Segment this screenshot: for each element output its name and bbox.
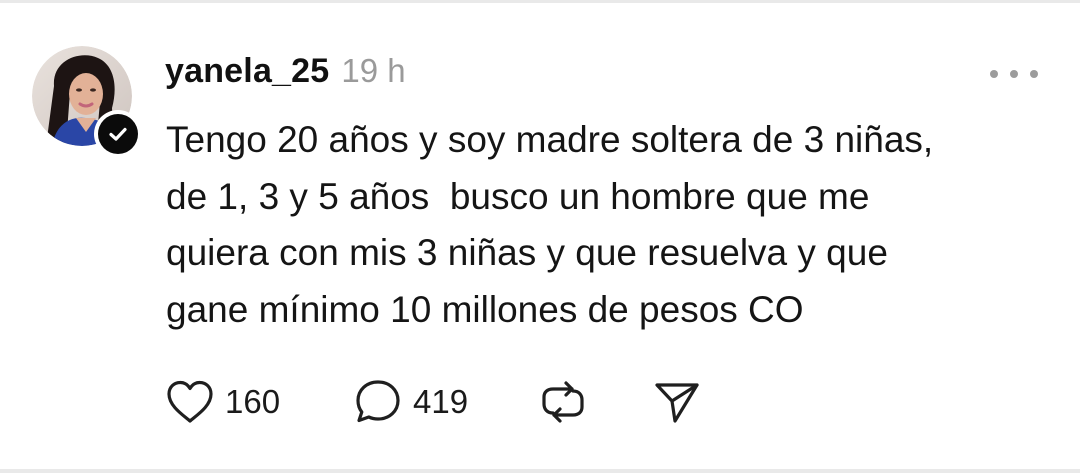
avatar-container[interactable]	[32, 46, 142, 158]
share-button[interactable]	[652, 374, 702, 430]
post-text-line: de 1, 3 y 5 años busco un hombre que me	[166, 175, 870, 217]
follow-check-icon	[98, 114, 138, 154]
reply-count: 419	[413, 383, 469, 420]
like-count: 160	[225, 383, 281, 420]
more-dot	[990, 70, 998, 78]
bottom-divider	[0, 469, 1080, 473]
more-options-icon[interactable]	[990, 62, 1038, 86]
post-text-line: Tengo 20 años y soy madre soltera de 3 n…	[166, 119, 934, 160]
send-icon	[652, 377, 702, 427]
post-timestamp: 19 h	[341, 52, 406, 89]
more-dot	[1030, 70, 1038, 78]
username[interactable]: yanela_25	[165, 52, 329, 91]
post-text-line: quiera con mis 3 niñas y que resuelva y …	[166, 232, 888, 273]
more-dot	[1010, 70, 1018, 78]
like-button[interactable]: 160	[165, 374, 280, 430]
comment-bubble-icon	[353, 377, 403, 427]
reply-button[interactable]: 419	[353, 374, 468, 430]
post-header: yanela_25 19 h	[165, 52, 406, 98]
top-divider	[0, 0, 1080, 3]
post-text: Tengo 20 años y soy madre soltera de 3 n…	[166, 112, 1046, 338]
repost-button[interactable]	[538, 374, 588, 430]
repost-icon	[538, 377, 588, 427]
heart-icon	[165, 379, 215, 425]
follow-badge[interactable]	[94, 110, 142, 158]
post-text-line: gane mínimo 10 millones de pesos CO	[166, 288, 804, 330]
